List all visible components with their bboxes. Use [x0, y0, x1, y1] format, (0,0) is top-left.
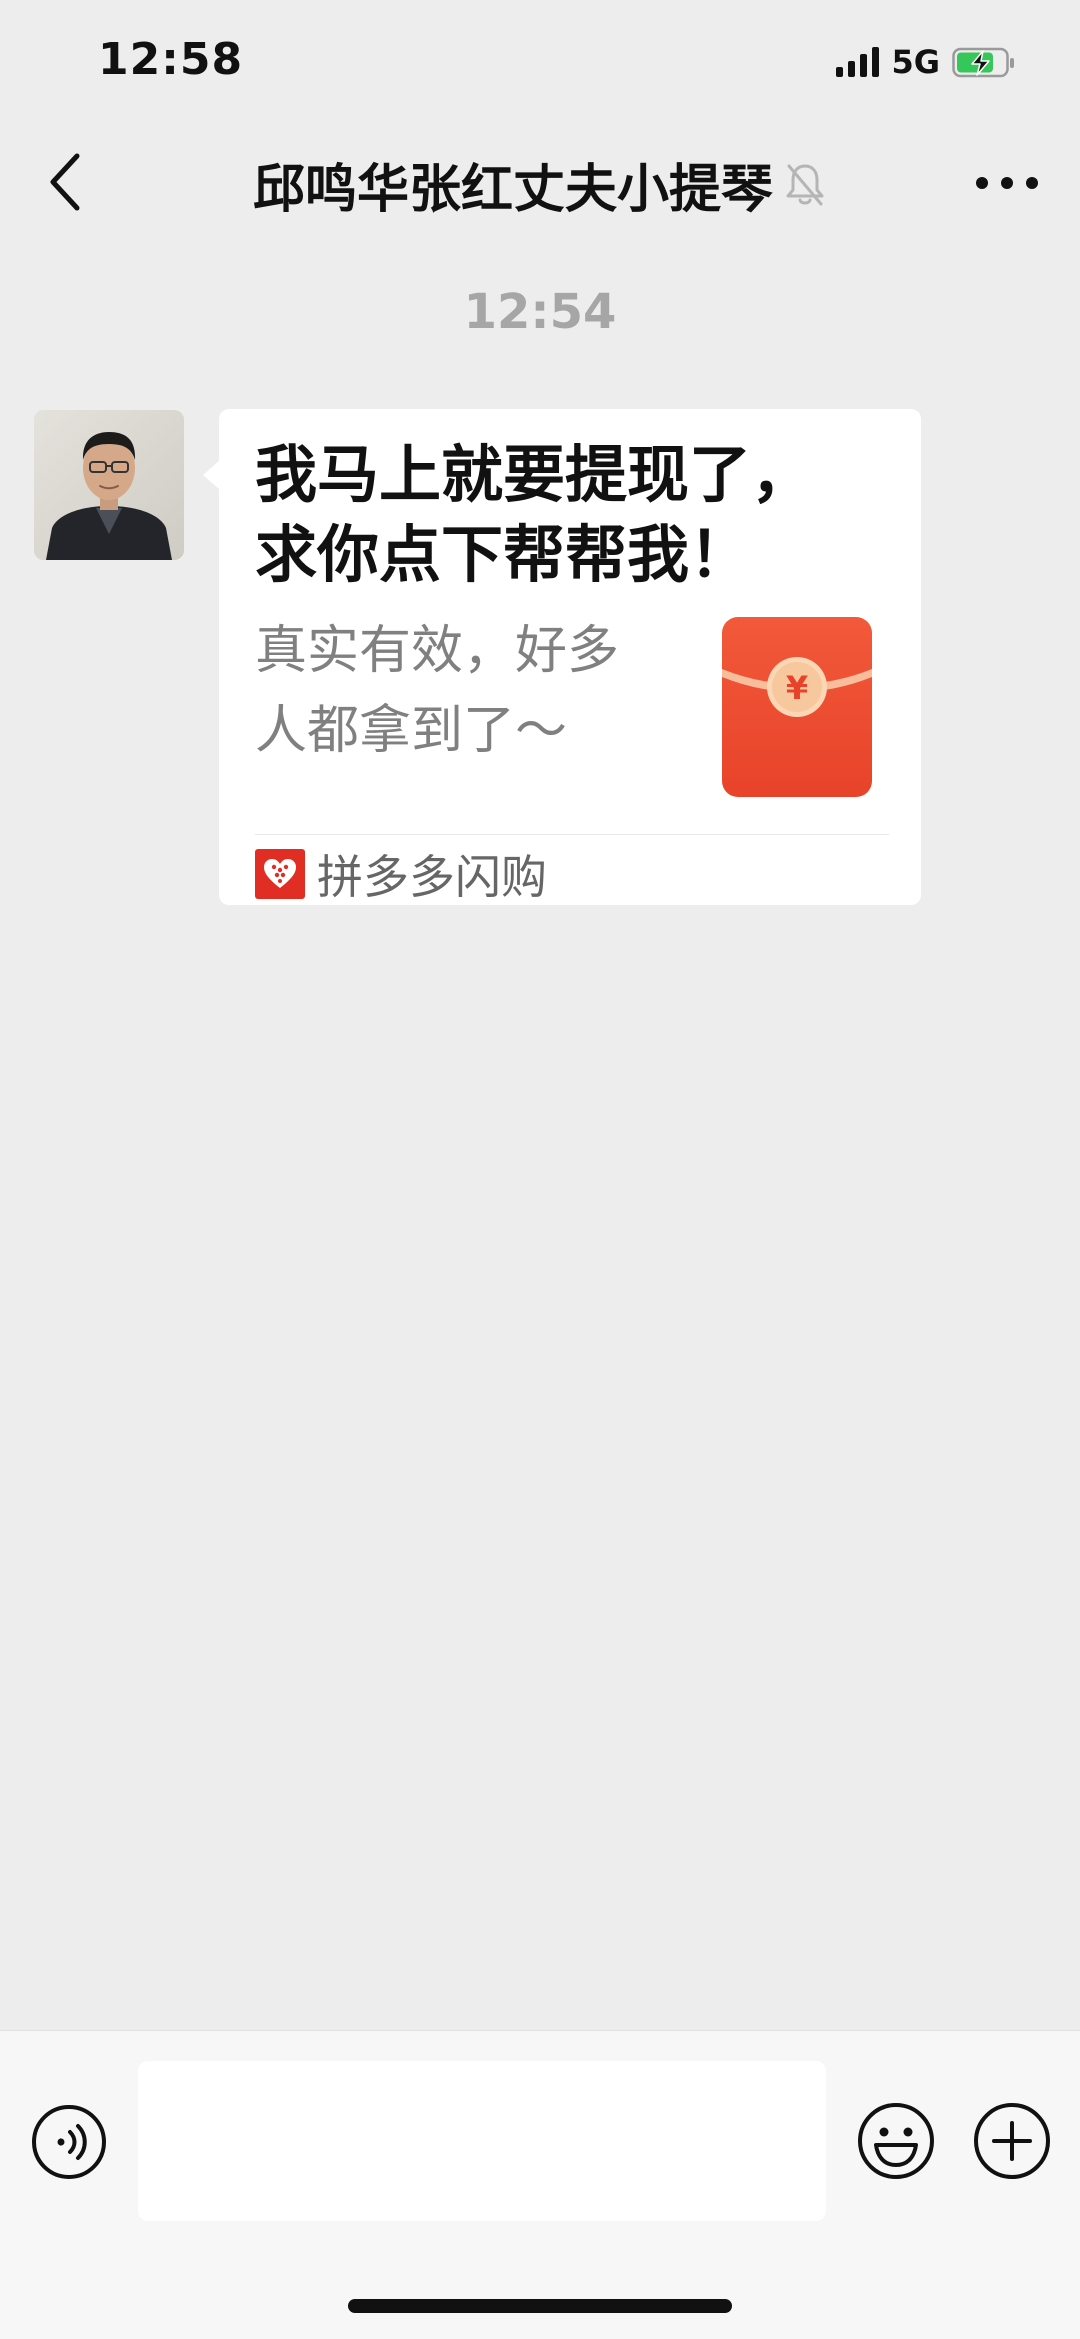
chevron-left-icon: [50, 153, 80, 211]
card-source-name: 拼多多闪购: [317, 850, 547, 904]
card-title: 我马上就要提现了， 求你点下帮帮我！: [255, 435, 895, 595]
home-indicator[interactable]: [348, 2299, 732, 2313]
card-title-line-1: 我马上就要提现了，: [255, 438, 814, 511]
chat-screen: 12:58 5G 邱鸣华张红丈夫小提琴 12:54 我马上就要提现了， 求你点下…: [0, 0, 1080, 2339]
signal-icon: [836, 47, 880, 77]
card-description-line-2: 人都拿到了～: [255, 701, 568, 761]
red-envelope-icon: ¥: [722, 617, 872, 797]
battery-charging-icon: [952, 47, 1014, 78]
chat-timestamp: 12:54: [463, 284, 617, 340]
card-description-line-1: 真实有效，好多: [255, 621, 620, 681]
bubble-tail: [203, 461, 219, 489]
nav-bar: 邱鸣华张红丈夫小提琴: [0, 120, 1080, 248]
card-description: 真实有效，好多 人都拿到了～: [255, 611, 675, 771]
emoji-icon: [858, 2103, 934, 2179]
plus-icon: [974, 2103, 1050, 2179]
ellipsis-icon: [976, 177, 1038, 189]
pinduoduo-logo-icon: [255, 849, 305, 899]
input-bar: [0, 2030, 1080, 2339]
more-options-button[interactable]: [962, 148, 1052, 218]
back-button[interactable]: [30, 142, 100, 222]
more-functions-button[interactable]: [972, 2101, 1052, 2181]
message-input[interactable]: [138, 2061, 826, 2221]
page-title: 邱鸣华张红丈夫小提琴: [252, 159, 773, 220]
card-divider: [255, 834, 889, 835]
emoji-button[interactable]: [856, 2101, 936, 2181]
network-type: 5G: [891, 43, 940, 81]
avatar[interactable]: [34, 410, 184, 560]
card-title-line-2: 求你点下帮帮我！: [255, 518, 752, 591]
voice-button[interactable]: [30, 2103, 108, 2181]
card-source: 拼多多闪购: [255, 843, 547, 905]
muted-bell-icon: [786, 164, 824, 206]
status-time: 12:58: [98, 34, 244, 85]
status-bar: 12:58 5G: [0, 0, 1080, 120]
voice-icon: [32, 2105, 106, 2179]
link-card-message[interactable]: 我马上就要提现了， 求你点下帮帮我！ 真实有效，好多 人都拿到了～ ¥ 拼多多闪…: [203, 409, 921, 905]
status-indicators: 5G: [836, 42, 1014, 82]
svg-text:¥: ¥: [786, 669, 808, 707]
nav-title-group: 邱鸣华张红丈夫小提琴: [150, 120, 930, 248]
